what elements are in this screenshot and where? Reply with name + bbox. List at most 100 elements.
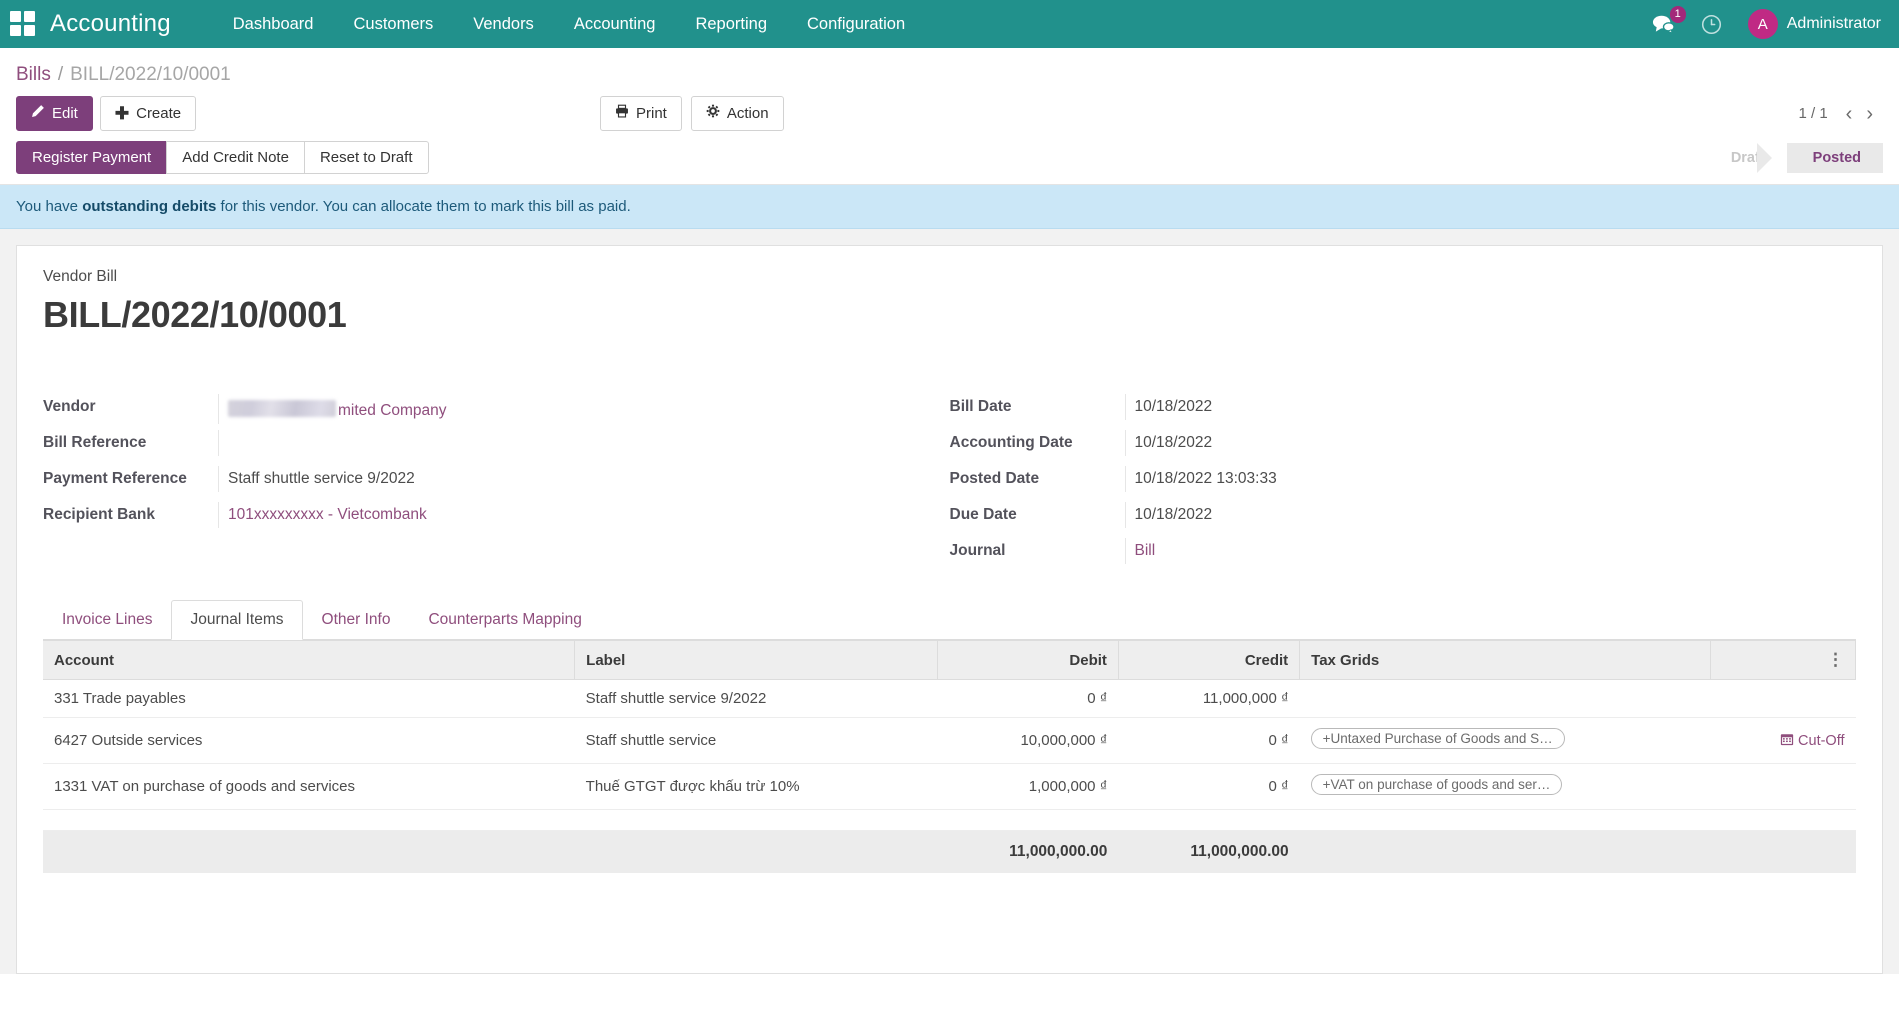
cell-tax-grids[interactable]: +VAT on purchase of goods and ser… bbox=[1300, 764, 1711, 810]
field-recipient-bank-label: Recipient Bank bbox=[43, 502, 218, 524]
record-actions-group: Edit ✚ Create bbox=[16, 96, 196, 131]
field-bill-date-value[interactable]: 10/18/2022 bbox=[1125, 394, 1827, 420]
messages-icon[interactable]: 1 bbox=[1652, 14, 1675, 34]
register-payment-button[interactable]: Register Payment bbox=[16, 141, 167, 174]
cell-debit[interactable]: 0 ₫ bbox=[937, 680, 1118, 718]
cell-tax-grids[interactable] bbox=[1300, 680, 1711, 718]
field-due-date: Due Date 10/18/2022 bbox=[950, 502, 1827, 536]
field-due-date-value[interactable]: 10/18/2022 bbox=[1125, 502, 1827, 528]
menu-item-configuration[interactable]: Configuration bbox=[787, 2, 925, 47]
tax-grid-tag[interactable]: +VAT on purchase of goods and ser… bbox=[1311, 774, 1563, 795]
breadcrumb: Bills / BILL/2022/10/0001 bbox=[0, 48, 1899, 90]
cut-off-link[interactable]: Cut-Off bbox=[1780, 732, 1844, 750]
breadcrumb-parent-bills[interactable]: Bills bbox=[16, 64, 51, 86]
messages-count-badge: 1 bbox=[1670, 6, 1686, 23]
field-vendor: Vendor mited Company bbox=[43, 394, 920, 428]
cell-debit[interactable]: 10,000,000 ₫ bbox=[937, 718, 1118, 764]
field-due-date-label: Due Date bbox=[950, 502, 1125, 524]
totals-label-cell bbox=[575, 831, 938, 874]
menu-item-customers[interactable]: Customers bbox=[333, 2, 453, 47]
edit-button[interactable]: Edit bbox=[16, 96, 93, 131]
field-accounting-date-value[interactable]: 10/18/2022 bbox=[1125, 430, 1827, 456]
column-header-debit[interactable]: Debit bbox=[937, 641, 1118, 680]
field-recipient-bank-value[interactable]: 101xxxxxxxxx - Vietcombank bbox=[218, 502, 920, 528]
table-header-row: Account Label Debit Credit Tax Grids ⋮ bbox=[43, 641, 1856, 680]
cell-credit[interactable]: 0 ₫ bbox=[1118, 718, 1299, 764]
cell-credit[interactable]: 0 ₫ bbox=[1118, 764, 1299, 810]
cell-label[interactable]: Thuế GTGT được khấu trừ 10% bbox=[575, 764, 938, 810]
pager: 1 / 1 ‹ › bbox=[1798, 104, 1883, 124]
tab-journal-items[interactable]: Journal Items bbox=[171, 600, 302, 640]
avatar: A bbox=[1748, 9, 1778, 39]
cell-debit[interactable]: 1,000,000 ₫ bbox=[937, 764, 1118, 810]
user-name-label: Administrator bbox=[1787, 15, 1881, 33]
menu-item-accounting[interactable]: Accounting bbox=[554, 2, 676, 47]
field-bill-reference-value[interactable] bbox=[218, 430, 920, 456]
cell-account[interactable]: 331 Trade payables bbox=[43, 680, 575, 718]
chevron-left-icon[interactable]: ‹ bbox=[1846, 104, 1853, 124]
field-posted-date-value[interactable]: 10/18/2022 13:03:33 bbox=[1125, 466, 1827, 492]
create-button[interactable]: ✚ Create bbox=[100, 96, 196, 131]
cell-credit[interactable]: 11,000,000 ₫ bbox=[1118, 680, 1299, 718]
field-payment-reference: Payment Reference Staff shuttle service … bbox=[43, 466, 920, 500]
column-header-label[interactable]: Label bbox=[575, 641, 938, 680]
control-panel: Edit ✚ Create Print bbox=[0, 90, 1899, 141]
notebook-tabs: Invoice Lines Journal Items Other Info C… bbox=[43, 600, 1856, 640]
cell-extra bbox=[1710, 680, 1855, 718]
vertical-dots-icon[interactable]: ⋮ bbox=[1827, 650, 1844, 669]
tax-grid-tag[interactable]: +Untaxed Purchase of Goods and S… bbox=[1311, 728, 1565, 749]
pencil-icon bbox=[31, 104, 45, 123]
redacted-vendor-name bbox=[228, 400, 336, 417]
cut-off-label: Cut-Off bbox=[1798, 733, 1844, 749]
user-menu[interactable]: A Administrator bbox=[1748, 9, 1881, 39]
table-row[interactable]: 6427 Outside services Staff shuttle serv… bbox=[43, 718, 1856, 764]
status-stage-posted[interactable]: Posted bbox=[1787, 143, 1883, 173]
field-journal-label: Journal bbox=[950, 538, 1125, 560]
reset-to-draft-button[interactable]: Reset to Draft bbox=[304, 141, 429, 174]
field-accounting-date-label: Accounting Date bbox=[950, 430, 1125, 452]
tab-other-info[interactable]: Other Info bbox=[303, 600, 410, 640]
field-bill-date-label: Bill Date bbox=[950, 394, 1125, 416]
menu-item-dashboard[interactable]: Dashboard bbox=[213, 2, 334, 47]
form-sheet: Vendor Bill BILL/2022/10/0001 Vendor mit… bbox=[16, 245, 1883, 974]
calendar-icon bbox=[1780, 732, 1794, 750]
tab-counterparts-mapping[interactable]: Counterparts Mapping bbox=[409, 600, 600, 640]
alert-text-bold[interactable]: outstanding debits bbox=[82, 198, 216, 215]
status-pipeline: Draft Posted bbox=[1705, 143, 1883, 173]
cell-label[interactable]: Staff shuttle service bbox=[575, 718, 938, 764]
table-spacer-row bbox=[43, 810, 1856, 831]
cell-extra: Cut-Off bbox=[1710, 718, 1855, 764]
cell-account[interactable]: 6427 Outside services bbox=[43, 718, 575, 764]
column-header-credit[interactable]: Credit bbox=[1118, 641, 1299, 680]
chevron-right-icon[interactable]: › bbox=[1866, 104, 1873, 124]
print-button[interactable]: Print bbox=[600, 96, 682, 131]
field-journal-value[interactable]: Bill bbox=[1125, 538, 1827, 564]
field-vendor-label: Vendor bbox=[43, 394, 218, 416]
totals-debit: 11,000,000.00 bbox=[937, 831, 1118, 874]
clock-icon[interactable] bbox=[1701, 14, 1722, 35]
navbar-right-group: 1 A Administrator bbox=[1652, 9, 1881, 39]
document-actions-group: Print Action bbox=[600, 96, 784, 131]
cell-label[interactable]: Staff shuttle service 9/2022 bbox=[575, 680, 938, 718]
field-payment-reference-value[interactable]: Staff shuttle service 9/2022 bbox=[218, 466, 920, 492]
cell-account[interactable]: 1331 VAT on purchase of goods and servic… bbox=[43, 764, 575, 810]
add-credit-note-button[interactable]: Add Credit Note bbox=[166, 141, 305, 174]
app-brand-title[interactable]: Accounting bbox=[50, 10, 171, 38]
field-vendor-value[interactable]: mited Company bbox=[218, 394, 920, 424]
menu-item-vendors[interactable]: Vendors bbox=[453, 2, 554, 47]
tab-invoice-lines[interactable]: Invoice Lines bbox=[43, 600, 171, 640]
table-row[interactable]: 1331 VAT on purchase of goods and servic… bbox=[43, 764, 1856, 810]
form-header-fields: Vendor mited Company Bill Reference Paym… bbox=[43, 394, 1856, 574]
table-row[interactable]: 331 Trade payables Staff shuttle service… bbox=[43, 680, 1856, 718]
column-header-tax-grids[interactable]: Tax Grids bbox=[1300, 641, 1711, 680]
form-left-column: Vendor mited Company Bill Reference Paym… bbox=[43, 394, 950, 574]
cell-tax-grids[interactable]: +Untaxed Purchase of Goods and S… bbox=[1300, 718, 1711, 764]
field-posted-date: Posted Date 10/18/2022 13:03:33 bbox=[950, 466, 1827, 500]
plus-icon: ✚ bbox=[115, 105, 129, 122]
field-accounting-date: Accounting Date 10/18/2022 bbox=[950, 430, 1827, 464]
column-header-account[interactable]: Account bbox=[43, 641, 575, 680]
action-button[interactable]: Action bbox=[691, 96, 784, 131]
menu-item-reporting[interactable]: Reporting bbox=[675, 2, 787, 47]
apps-grid-icon[interactable] bbox=[10, 11, 36, 37]
journal-items-table-body: 331 Trade payables Staff shuttle service… bbox=[43, 680, 1856, 831]
